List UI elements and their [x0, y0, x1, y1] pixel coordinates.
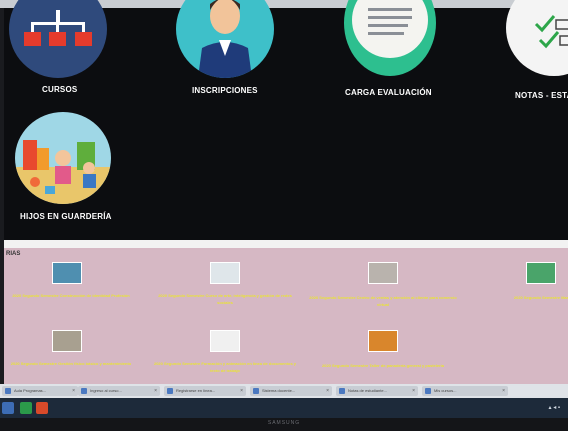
page-icon	[167, 388, 173, 394]
tab[interactable]: Ingreso al curso... ×	[78, 386, 160, 396]
tile-label: INSCRIPCIONES	[192, 86, 258, 95]
tab-label: Sistema docente...	[262, 388, 296, 393]
tile-label: CURSOS	[42, 85, 78, 94]
tab[interactable]: Aula Programas... ×	[2, 386, 78, 396]
tab[interactable]: Sistema docente... ×	[250, 386, 332, 396]
tab-label: Ingreso al curso...	[90, 388, 122, 393]
screen: CURSOS INSCRIPCIONES CARGA EVALUACIÓN NO…	[0, 0, 568, 431]
tab-label: Notas de estudiante...	[348, 388, 387, 393]
course-thumbnail[interactable]	[52, 330, 82, 352]
tab-strip: Aula Programas... × Ingreso al curso... …	[0, 384, 568, 398]
daycare-icon	[15, 112, 111, 204]
course-thumbnail[interactable]	[210, 262, 240, 284]
course-link[interactable]: 2020 Segundo Semestre Centro de ventas y…	[308, 294, 458, 308]
course-thumbnail[interactable]	[52, 262, 82, 284]
tab-label: Aula Programas...	[14, 388, 47, 393]
course-link[interactable]: 2020 Segundo Semestre Formación y animac…	[150, 360, 300, 374]
course-link[interactable]: 2020 Segundo Semestre Construcción de id…	[0, 292, 146, 306]
page-icon	[339, 388, 345, 394]
close-icon[interactable]: ×	[72, 386, 75, 396]
close-icon[interactable]: ×	[412, 386, 415, 396]
divider	[4, 240, 568, 248]
tab[interactable]: Mis cursos... ×	[422, 386, 508, 396]
page-icon	[253, 388, 259, 394]
close-icon[interactable]: ×	[502, 386, 505, 396]
course-thumbnail[interactable]	[368, 262, 398, 284]
close-icon[interactable]: ×	[326, 386, 329, 396]
tile-label: NOTAS - ESTA	[515, 91, 568, 100]
page-icon	[81, 388, 87, 394]
course-link[interactable]: 2020 Segundo Semestre Gestión físico bás…	[0, 360, 146, 374]
tile-label: HIJOS EN GUARDERÍA	[20, 212, 112, 221]
tab[interactable]: Registrarse en línea... ×	[164, 386, 246, 396]
course-link[interactable]: 2020 Segundo Semestre Taller de panaderí…	[308, 362, 458, 376]
taskbar: ▴ ◂ ▪	[0, 398, 568, 418]
tile-label: CARGA EVALUACIÓN	[345, 88, 432, 97]
course-thumbnail[interactable]	[368, 330, 398, 352]
section-label: RIAS	[6, 251, 21, 257]
page-icon	[425, 388, 431, 394]
start-icon[interactable]	[2, 402, 14, 414]
app-icon[interactable]	[20, 402, 32, 414]
app-icon[interactable]	[36, 402, 48, 414]
monitor-brand-logo: SAMSUNG	[267, 420, 301, 426]
page-icon	[5, 388, 11, 394]
close-icon[interactable]: ×	[154, 386, 157, 396]
course-link[interactable]: 2020 Segundo Semestre Marketing	[472, 294, 568, 308]
system-tray-icon[interactable]: ▴ ◂ ▪	[549, 404, 560, 411]
course-link[interactable]: 2020 Segundo Semestre Curso de arte, int…	[150, 292, 300, 306]
close-icon[interactable]: ×	[240, 386, 243, 396]
course-thumbnail[interactable]	[210, 330, 240, 352]
tab-label: Registrarse en línea...	[176, 388, 216, 393]
tab[interactable]: Notas de estudiante... ×	[336, 386, 418, 396]
tab-label: Mis cursos...	[434, 388, 457, 393]
course-thumbnail[interactable]	[526, 262, 556, 284]
